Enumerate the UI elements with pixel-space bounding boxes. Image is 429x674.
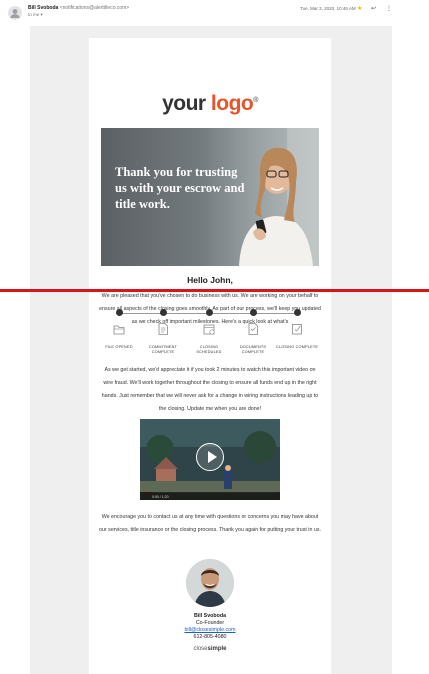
- signature-title: Co-Founder: [195, 620, 225, 626]
- sender-line: Bill Svoboda <notifications@alertitleco.…: [28, 5, 129, 11]
- milestone-documents-complete: DOCUMENTS COMPLETE: [231, 306, 275, 355]
- hero-heading: Thank you for trusting us with your escr…: [115, 165, 245, 211]
- brand-logo: closesimple: [89, 646, 331, 652]
- recipient-label: to me: [28, 12, 40, 17]
- email-date: Tue, Mar 3, 2020, 10:46 AM: [300, 6, 356, 11]
- documents-icon: [248, 323, 258, 335]
- video-player[interactable]: 0:00 / 1:20: [140, 419, 280, 500]
- milestone-dot: [249, 309, 257, 316]
- reply-icon[interactable]: ↩: [371, 5, 376, 12]
- more-icon[interactable]: ⋮: [386, 5, 392, 12]
- milestone-commitment-complete: COMMITMENT COMPLETE: [141, 306, 185, 355]
- recipient-dropdown[interactable]: to me ▾: [28, 12, 43, 18]
- sender-name: Bill Svoboda: [28, 5, 59, 11]
- milestone-dot: [205, 309, 213, 316]
- logo-text: your: [162, 92, 206, 115]
- red-divider: [0, 289, 429, 292]
- milestone-dot: [293, 309, 301, 316]
- milestone-label: FILE OPENED: [105, 345, 133, 349]
- milestone-dot: [115, 309, 123, 316]
- video-controls: 0:00 / 1:20: [140, 492, 280, 500]
- checklist-icon: [292, 324, 302, 335]
- avatar[interactable]: [8, 6, 22, 20]
- signature-block: Bill Svoboda Co-Founder bill@closesimple…: [89, 613, 331, 641]
- milestone-label: CLOSING SCHEDULED: [196, 345, 222, 354]
- calendar-icon: [203, 324, 215, 335]
- milestone-dot: [159, 309, 167, 316]
- company-logo: your logo®: [89, 92, 331, 116]
- hero-banner: Thank you for trusting us with your escr…: [101, 128, 319, 266]
- logo-accent-text: logo: [210, 92, 254, 115]
- person-icon: [10, 9, 20, 18]
- sender-email: <notifications@alertitleco.com>: [59, 5, 130, 11]
- signature-name: Bill Svoboda: [193, 613, 227, 619]
- signature-phone: 612-805-4080: [193, 634, 227, 640]
- greeting: Hello John,: [187, 275, 233, 285]
- video-time: 0:00 / 1:20: [152, 495, 169, 499]
- contact-paragraph: We encourage you to contact us at any ti…: [99, 514, 321, 533]
- milestone-tracker: FILE OPENED COMMITMENT COMPLETE CLOSING …: [89, 306, 331, 356]
- play-button[interactable]: [196, 443, 224, 471]
- milestone-label: COMMITMENT COMPLETE: [148, 345, 178, 354]
- milestone-closing-complete: CLOSING COMPLETE: [275, 306, 319, 350]
- milestone-closing-scheduled: CLOSING SCHEDULED: [187, 306, 231, 355]
- milestone-label: CLOSING COMPLETE: [275, 345, 319, 349]
- registered-mark: ®: [253, 97, 258, 104]
- man-photo: [186, 559, 234, 607]
- chevron-down-icon: ▾: [40, 12, 43, 17]
- milestone-label: DOCUMENTS COMPLETE: [239, 345, 267, 354]
- wire-fraud-paragraph: As we get started, we'd appreciate it if…: [101, 367, 319, 412]
- brand-text-b: simple: [207, 646, 227, 652]
- document-icon: [158, 323, 168, 335]
- signature-email-link[interactable]: bill@closesimple.com: [89, 627, 331, 634]
- signature-photo: [186, 559, 234, 607]
- milestone-file-opened: FILE OPENED: [97, 306, 141, 350]
- folder-icon: [113, 325, 125, 335]
- brand-text-a: close: [193, 646, 208, 652]
- star-icon[interactable]: ★: [357, 5, 362, 12]
